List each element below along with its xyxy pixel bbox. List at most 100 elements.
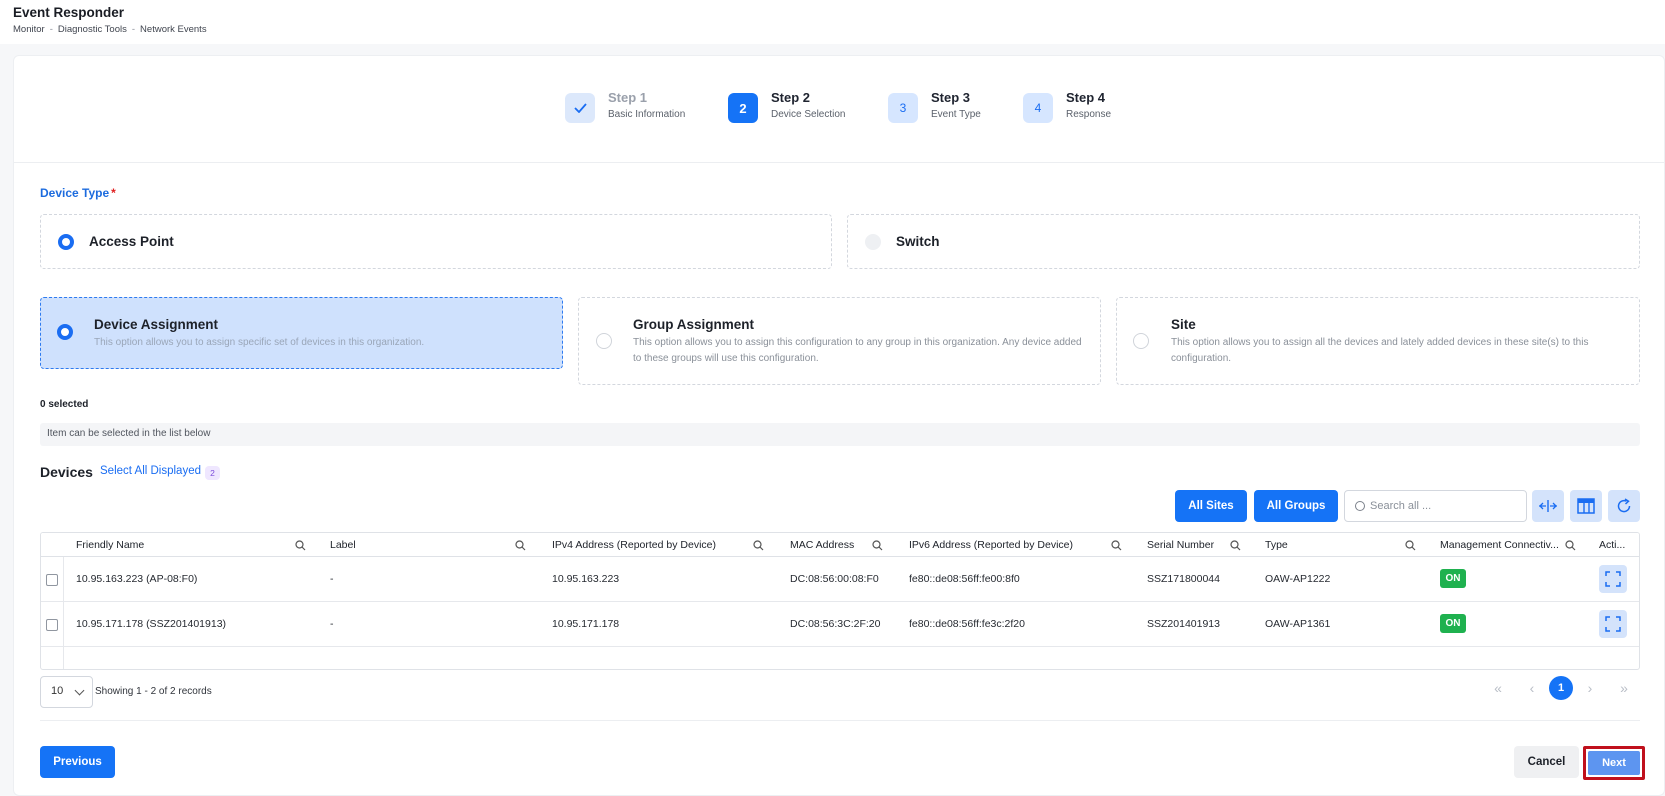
breadcrumb-item-diagnostic-tools[interactable]: Diagnostic Tools bbox=[58, 24, 127, 35]
status-badge: ON bbox=[1440, 614, 1466, 633]
selection-info: Item can be selected in the list below bbox=[40, 423, 1640, 446]
device-assignment-desc: This option allows you to assign specifi… bbox=[94, 337, 425, 348]
switch-option[interactable]: Switch bbox=[847, 214, 1640, 269]
cell-serial: SSZ171800044 bbox=[1147, 573, 1220, 585]
breadcrumb-item-monitor[interactable]: Monitor bbox=[13, 24, 45, 35]
column-ipv6[interactable]: IPv6 Address (Reported by Device) bbox=[909, 539, 1073, 551]
step-4-title: Step 4 bbox=[1066, 90, 1106, 105]
step-1: Step 1 Basic Information bbox=[565, 90, 685, 123]
all-sites-button[interactable]: All Sites bbox=[1175, 490, 1247, 522]
expand-icon[interactable] bbox=[1599, 610, 1627, 638]
access-point-label: Access Point bbox=[89, 234, 174, 249]
check-icon bbox=[565, 93, 595, 123]
search-icon[interactable] bbox=[1111, 540, 1122, 551]
cell-serial: SSZ201401913 bbox=[1147, 618, 1220, 630]
breadcrumb-separator: - bbox=[49, 24, 53, 35]
next-page-icon[interactable]: › bbox=[1578, 676, 1602, 700]
step-4: 4 Step 4 Response bbox=[1023, 90, 1112, 123]
cell-ipv6: fe80::de08:56ff:fe00:8f0 bbox=[909, 573, 1020, 585]
row-checkbox[interactable] bbox=[46, 574, 58, 586]
step-2-title: Step 2 bbox=[771, 90, 811, 105]
group-assignment-option[interactable]: Group Assignment This option allows you … bbox=[578, 297, 1101, 385]
table-header: Friendly Name Label IPv4 Address (Report… bbox=[41, 533, 1639, 557]
cell-ipv4: 10.95.171.178 bbox=[552, 618, 620, 630]
required-mark: * bbox=[111, 186, 116, 200]
cell-ipv4: 10.95.163.223 bbox=[552, 573, 620, 585]
search-icon[interactable] bbox=[753, 540, 764, 551]
step-4-number: 4 bbox=[1023, 93, 1053, 123]
devices-count-badge: 2 bbox=[205, 466, 220, 480]
cell-type: OAW-AP1361 bbox=[1265, 618, 1331, 630]
search-icon[interactable] bbox=[1565, 540, 1576, 551]
page-number-current[interactable]: 1 bbox=[1549, 676, 1573, 700]
breadcrumb: Monitor - Diagnostic Tools - Network Eve… bbox=[13, 24, 207, 35]
device-assignment-title: Device Assignment bbox=[94, 317, 219, 332]
row-checkbox[interactable] bbox=[46, 619, 58, 631]
status-badge: ON bbox=[1440, 569, 1466, 588]
cancel-button[interactable]: Cancel bbox=[1514, 746, 1579, 778]
column-serial[interactable]: Serial Number bbox=[1147, 539, 1214, 551]
table-row[interactable]: 10.95.163.223 (AP-08:F0) - 10.95.163.223… bbox=[41, 557, 1639, 602]
table-layout-icon[interactable] bbox=[1570, 490, 1602, 522]
device-assignment-radio[interactable] bbox=[57, 324, 73, 340]
previous-button[interactable]: Previous bbox=[40, 746, 115, 778]
access-point-radio[interactable] bbox=[58, 234, 74, 250]
step-4-subtitle: Response bbox=[1066, 109, 1112, 120]
search-icon[interactable] bbox=[1405, 540, 1416, 551]
column-resize-icon[interactable] bbox=[1532, 490, 1564, 522]
expand-icon[interactable] bbox=[1599, 565, 1627, 593]
cell-label: - bbox=[330, 618, 334, 630]
prev-page-icon[interactable]: ‹ bbox=[1520, 676, 1544, 700]
all-groups-button[interactable]: All Groups bbox=[1254, 490, 1338, 522]
step-3-title: Step 3 bbox=[931, 90, 971, 105]
switch-label: Switch bbox=[896, 234, 940, 249]
site-option[interactable]: Site This option allows you to assign al… bbox=[1116, 297, 1640, 385]
search-input[interactable] bbox=[1370, 497, 1520, 515]
cell-label: - bbox=[330, 573, 334, 585]
switch-radio[interactable] bbox=[865, 234, 881, 250]
page-title: Event Responder bbox=[13, 5, 125, 20]
column-label[interactable]: Label bbox=[330, 539, 356, 551]
page-size-select[interactable]: 10 bbox=[40, 676, 93, 708]
chevron-down-icon bbox=[74, 685, 85, 696]
device-type-label: Device Type * bbox=[40, 186, 116, 200]
step-3-number: 3 bbox=[888, 93, 918, 123]
site-radio[interactable] bbox=[1133, 333, 1149, 349]
column-type[interactable]: Type bbox=[1265, 539, 1288, 551]
table-row[interactable]: 10.95.171.178 (SSZ201401913) - 10.95.171… bbox=[41, 602, 1639, 647]
page-size-value: 10 bbox=[51, 685, 64, 697]
step-2: 2 Step 2 Device Selection bbox=[728, 90, 845, 123]
divider bbox=[40, 720, 1640, 721]
refresh-icon[interactable] bbox=[1608, 490, 1640, 522]
selected-count: 0 selected bbox=[40, 399, 89, 410]
cell-friendly-name: 10.95.171.178 (SSZ201401913) bbox=[76, 618, 227, 630]
group-assignment-desc: This option allows you to assign this co… bbox=[633, 337, 1082, 364]
next-button-highlight: Next bbox=[1583, 746, 1645, 780]
column-actions[interactable]: Acti... bbox=[1599, 539, 1625, 551]
column-management-connectivity[interactable]: Management Connectiv... bbox=[1440, 539, 1559, 551]
devices-title: Devices bbox=[40, 464, 93, 480]
column-ipv4[interactable]: IPv4 Address (Reported by Device) bbox=[552, 539, 716, 551]
site-title: Site bbox=[1171, 317, 1196, 332]
site-desc: This option allows you to assign all the… bbox=[1171, 337, 1589, 364]
search-icon[interactable] bbox=[872, 540, 883, 551]
next-button[interactable]: Next bbox=[1588, 751, 1640, 775]
step-2-number: 2 bbox=[728, 93, 758, 123]
group-assignment-title: Group Assignment bbox=[633, 317, 755, 332]
step-3-subtitle: Event Type bbox=[931, 109, 981, 120]
breadcrumb-item-network-events: Network Events bbox=[140, 24, 207, 35]
search-icon[interactable] bbox=[1230, 540, 1241, 551]
device-assignment-option[interactable]: Device Assignment This option allows you… bbox=[40, 297, 563, 369]
last-page-icon[interactable]: » bbox=[1612, 676, 1636, 700]
cell-mac: DC:08:56:00:08:F0 bbox=[790, 573, 879, 585]
records-summary: Showing 1 - 2 of 2 records bbox=[95, 686, 212, 697]
group-assignment-radio[interactable] bbox=[596, 333, 612, 349]
first-page-icon[interactable]: « bbox=[1486, 676, 1510, 700]
search-icon[interactable] bbox=[295, 540, 306, 551]
column-mac[interactable]: MAC Address bbox=[790, 539, 854, 551]
column-friendly-name[interactable]: Friendly Name bbox=[76, 539, 144, 551]
select-all-displayed-link[interactable]: Select All Displayed bbox=[100, 465, 201, 477]
search-icon[interactable] bbox=[515, 540, 526, 551]
cell-friendly-name: 10.95.163.223 (AP-08:F0) bbox=[76, 573, 198, 585]
access-point-option[interactable]: Access Point bbox=[40, 214, 832, 269]
